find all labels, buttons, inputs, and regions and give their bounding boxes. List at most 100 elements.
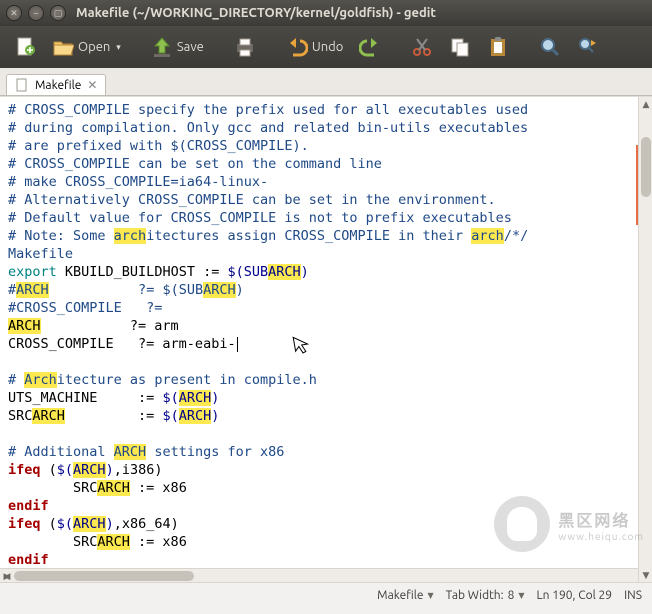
code-line: # (8, 372, 24, 388)
code-line: SRC (8, 480, 97, 496)
code-line: Makefile (8, 246, 73, 262)
code-line: CROSS_COMPILE ?= arm-eabi- (8, 336, 236, 352)
scroll-right-button[interactable]: ▶ (0, 569, 14, 583)
save-icon (151, 36, 173, 58)
code-line: # Alternatively CROSS_COMPILE can be set… (8, 192, 496, 208)
undo-button[interactable]: Undo (280, 32, 350, 62)
close-window-button[interactable]: ✕ (6, 5, 22, 21)
code-line: $( (227, 264, 243, 280)
scissors-icon (411, 36, 433, 58)
code-line: ,i386) (114, 462, 163, 478)
language-selector[interactable]: Makefile ▼ (377, 589, 434, 602)
undo-label: Undo (312, 40, 344, 54)
highlight: ARCH (73, 516, 106, 532)
code-line: ?= arm (41, 318, 179, 334)
code-line: SRC (8, 534, 97, 550)
language-label: Makefile (377, 589, 423, 602)
code-editor[interactable]: # CROSS_COMPILE specify the prefix used … (0, 97, 652, 582)
keyword: ifeq (8, 516, 41, 532)
tab-close-button[interactable]: ✕ (87, 78, 97, 92)
main-toolbar: Open ▾ Save Undo (0, 26, 652, 68)
highlight: arch (471, 228, 504, 244)
code-line: ?= $(SUB (49, 282, 203, 298)
code-line: itectures assign CROSS_COMPILE in their (146, 228, 471, 244)
search-icon (539, 36, 561, 58)
status-bar: Makefile ▼ Tab Width: 8 ▼ Ln 190, Col 29… (0, 582, 652, 608)
code-line: # (8, 282, 16, 298)
undo-icon (286, 36, 308, 58)
find-replace-button[interactable] (571, 32, 605, 62)
window-title: Makefile (~/WORKING_DIRECTORY/kernel/gol… (76, 6, 436, 20)
code-line: ) (301, 264, 309, 280)
open-label: Open (78, 40, 110, 54)
scroll-down-button[interactable]: ▼ (639, 568, 652, 582)
tab-width-selector[interactable]: Tab Width: 8 ▼ (446, 589, 525, 602)
code-line: ) (106, 516, 114, 532)
highlight: ARCH (97, 534, 130, 550)
horizontal-scrollbar[interactable]: ◀ ▶ (0, 568, 638, 582)
highlight: ARCH (8, 318, 41, 334)
highlight: arch (114, 228, 147, 244)
highlight: ARCH (32, 408, 65, 424)
scroll-up-button[interactable]: ▲ (639, 97, 652, 111)
maximize-window-button[interactable]: ▢ (50, 5, 66, 21)
hscroll-thumb[interactable] (14, 571, 194, 581)
window-controls: ✕ – ▢ (6, 5, 66, 21)
code-line: ) (211, 390, 219, 406)
highlight: Arch (24, 372, 57, 388)
scroll-thumb[interactable] (641, 137, 651, 197)
code-line: := x86 (130, 534, 187, 550)
code-line: KBUILD_BUILDHOST := (57, 264, 228, 280)
copy-button[interactable] (443, 32, 477, 62)
code-line: := (65, 408, 163, 424)
save-button[interactable]: Save (145, 32, 210, 62)
redo-icon (359, 36, 381, 58)
chevron-down-icon: ▾ (116, 42, 121, 53)
window-titlebar: ✕ – ▢ Makefile (~/WORKING_DIRECTORY/kern… (0, 0, 652, 26)
code-line: #CROSS_COMPILE ?= (8, 300, 162, 316)
cursor-position: Ln 190, Col 29 (537, 589, 613, 602)
cut-button[interactable] (405, 32, 439, 62)
redo-button[interactable] (353, 32, 387, 62)
editor-area: # CROSS_COMPILE specify the prefix used … (0, 96, 652, 582)
highlight: ARCH (73, 462, 106, 478)
keyword: ifeq (8, 462, 41, 478)
keyword: endif (8, 552, 49, 568)
code-line: $( (162, 390, 178, 406)
code-line: ( (41, 516, 57, 532)
code-line: # Default value for CROSS_COMPILE is not… (8, 210, 512, 226)
code-line: # during compilation. Only gcc and relat… (8, 120, 528, 136)
paste-icon (487, 36, 509, 58)
paste-button[interactable] (481, 32, 515, 62)
new-file-button[interactable] (8, 32, 42, 62)
find-replace-icon (577, 36, 599, 58)
code-line: $( (57, 516, 73, 532)
code-line: # Note: Some (8, 228, 114, 244)
print-button[interactable] (228, 32, 262, 62)
code-line: itecture as present in compile.h (57, 372, 317, 388)
code-line: ,x86_64) (114, 516, 179, 532)
text-cursor (237, 337, 238, 352)
tab-label: Makefile (35, 79, 81, 92)
insert-mode: INS (624, 589, 642, 602)
open-button[interactable]: Open ▾ (46, 32, 127, 62)
highlight: ARCH (268, 264, 301, 280)
find-button[interactable] (533, 32, 567, 62)
document-tabbar: Makefile ✕ (0, 68, 652, 96)
code-line: # CROSS_COMPILE specify the prefix used … (8, 102, 528, 118)
print-icon (234, 36, 256, 58)
code-line: settings for x86 (146, 444, 284, 460)
code-line: SUB (244, 264, 268, 280)
code-line: ( (41, 462, 57, 478)
code-line: # Additional (8, 444, 114, 460)
code-line: /*/ (504, 228, 528, 244)
open-folder-icon (52, 36, 74, 58)
code-line: SRC (8, 408, 32, 424)
keyword: export (8, 264, 57, 280)
minimize-window-button[interactable]: – (28, 5, 44, 21)
code-line: # are prefixed with $(CROSS_COMPILE). (8, 138, 309, 154)
tab-makefile[interactable]: Makefile ✕ (6, 74, 106, 95)
highlight: ARCH (97, 480, 130, 496)
vertical-scrollbar[interactable]: ▲ ▼ (638, 97, 652, 582)
chevron-down-icon: ▼ (518, 591, 524, 600)
